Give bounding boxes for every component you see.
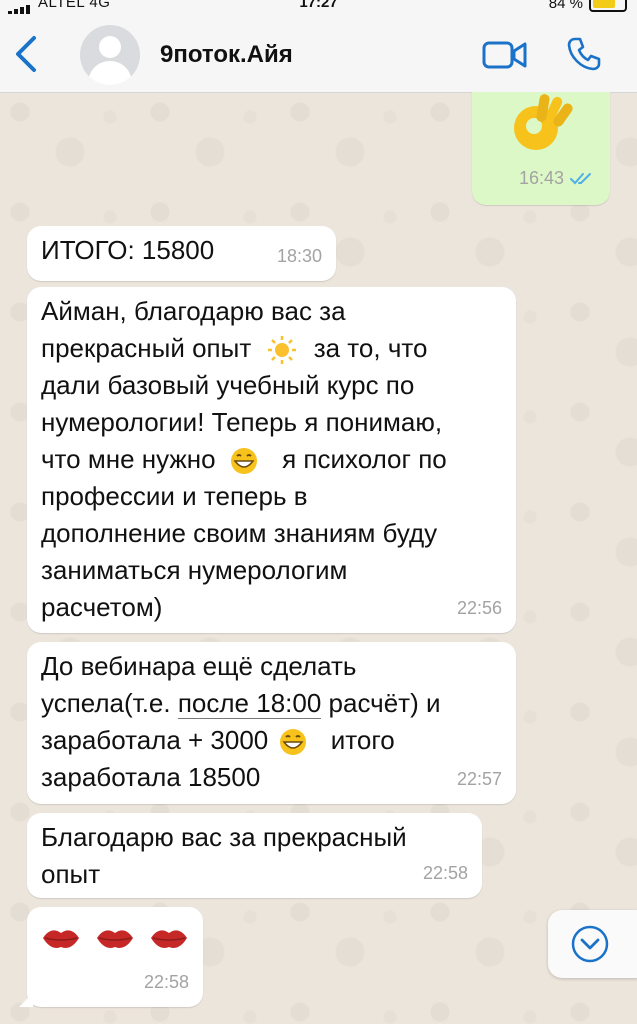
kiss-mark-emoji [151, 930, 187, 948]
chat-header: 9поток.Айя [0, 14, 637, 93]
avatar[interactable] [80, 25, 140, 85]
status-bar: ALTEL 4G 17:27 84 % [0, 0, 637, 14]
battery-percent: 84 % [548, 0, 583, 12]
battery-indicator: 84 % [549, 0, 627, 12]
kiss-mark-emoji [97, 930, 133, 948]
grinning-face-emoji [230, 448, 257, 475]
message-bubble-outgoing[interactable]: 16:43 [472, 92, 610, 205]
message-bubble-incoming[interactable]: До вебинара ещё сделать успела(т.е. посл… [27, 642, 516, 804]
date-time-link[interactable]: после 18:00 [177, 688, 322, 719]
message-time: 18:30 [276, 246, 322, 266]
message-bubble-incoming[interactable]: Благодарю вас за прекрасный опыт 22:58 [27, 813, 482, 898]
message-bubble-incoming[interactable]: 22:58 [19, 907, 203, 1007]
chevron-left-icon [16, 36, 36, 72]
back-button[interactable] [10, 34, 44, 74]
message-bubble-incoming[interactable]: ИТОГО: 15800 18:30 [27, 226, 336, 281]
kiss-emojis [41, 923, 189, 953]
message-text: Благодарю вас за прекрасный опыт [41, 822, 407, 889]
message-meta: 22:58 [144, 964, 189, 1001]
message-meta: 22:56 [457, 590, 502, 627]
message-time: 22:56 [456, 598, 502, 618]
clock: 17:27 [299, 0, 338, 11]
kiss-mark-emoji [43, 930, 79, 948]
signal-icon [8, 0, 32, 14]
chevron-down-circle-icon [571, 925, 609, 963]
sun-emoji [268, 336, 297, 365]
battery-icon [589, 0, 627, 12]
ok-hand-emoji [514, 94, 573, 150]
message-time: 16:43 [518, 168, 564, 188]
video-camera-icon [482, 41, 527, 69]
message-text: До вебинара ещё сделать успела(т.е. посл… [41, 651, 441, 792]
message-time: 22:58 [422, 863, 468, 883]
message-text: Айман, благодарю вас за прекрасный опыт … [41, 296, 447, 622]
message-meta: 16:43 [519, 160, 596, 197]
double-check-read-icon [570, 172, 591, 184]
phone-icon [567, 37, 601, 71]
message-meta: 22:58 [423, 855, 468, 892]
video-call-button[interactable] [482, 39, 528, 71]
message-meta: 22:57 [457, 761, 502, 798]
message-time: 22:58 [143, 972, 189, 992]
carrier-label: ALTEL 4G [8, 0, 110, 14]
message-time: 22:57 [456, 769, 502, 789]
message-bubble-incoming[interactable]: Айман, благодарю вас за прекрасный опыт … [27, 287, 516, 633]
grinning-face-emoji [279, 729, 306, 756]
contact-name[interactable]: 9поток.Айя [160, 41, 293, 69]
message-meta: 18:30 [277, 238, 322, 275]
message-text: ИТОГО: 15800 [41, 235, 215, 265]
scroll-to-bottom-button[interactable] [548, 910, 637, 978]
voice-call-button[interactable] [566, 36, 602, 72]
